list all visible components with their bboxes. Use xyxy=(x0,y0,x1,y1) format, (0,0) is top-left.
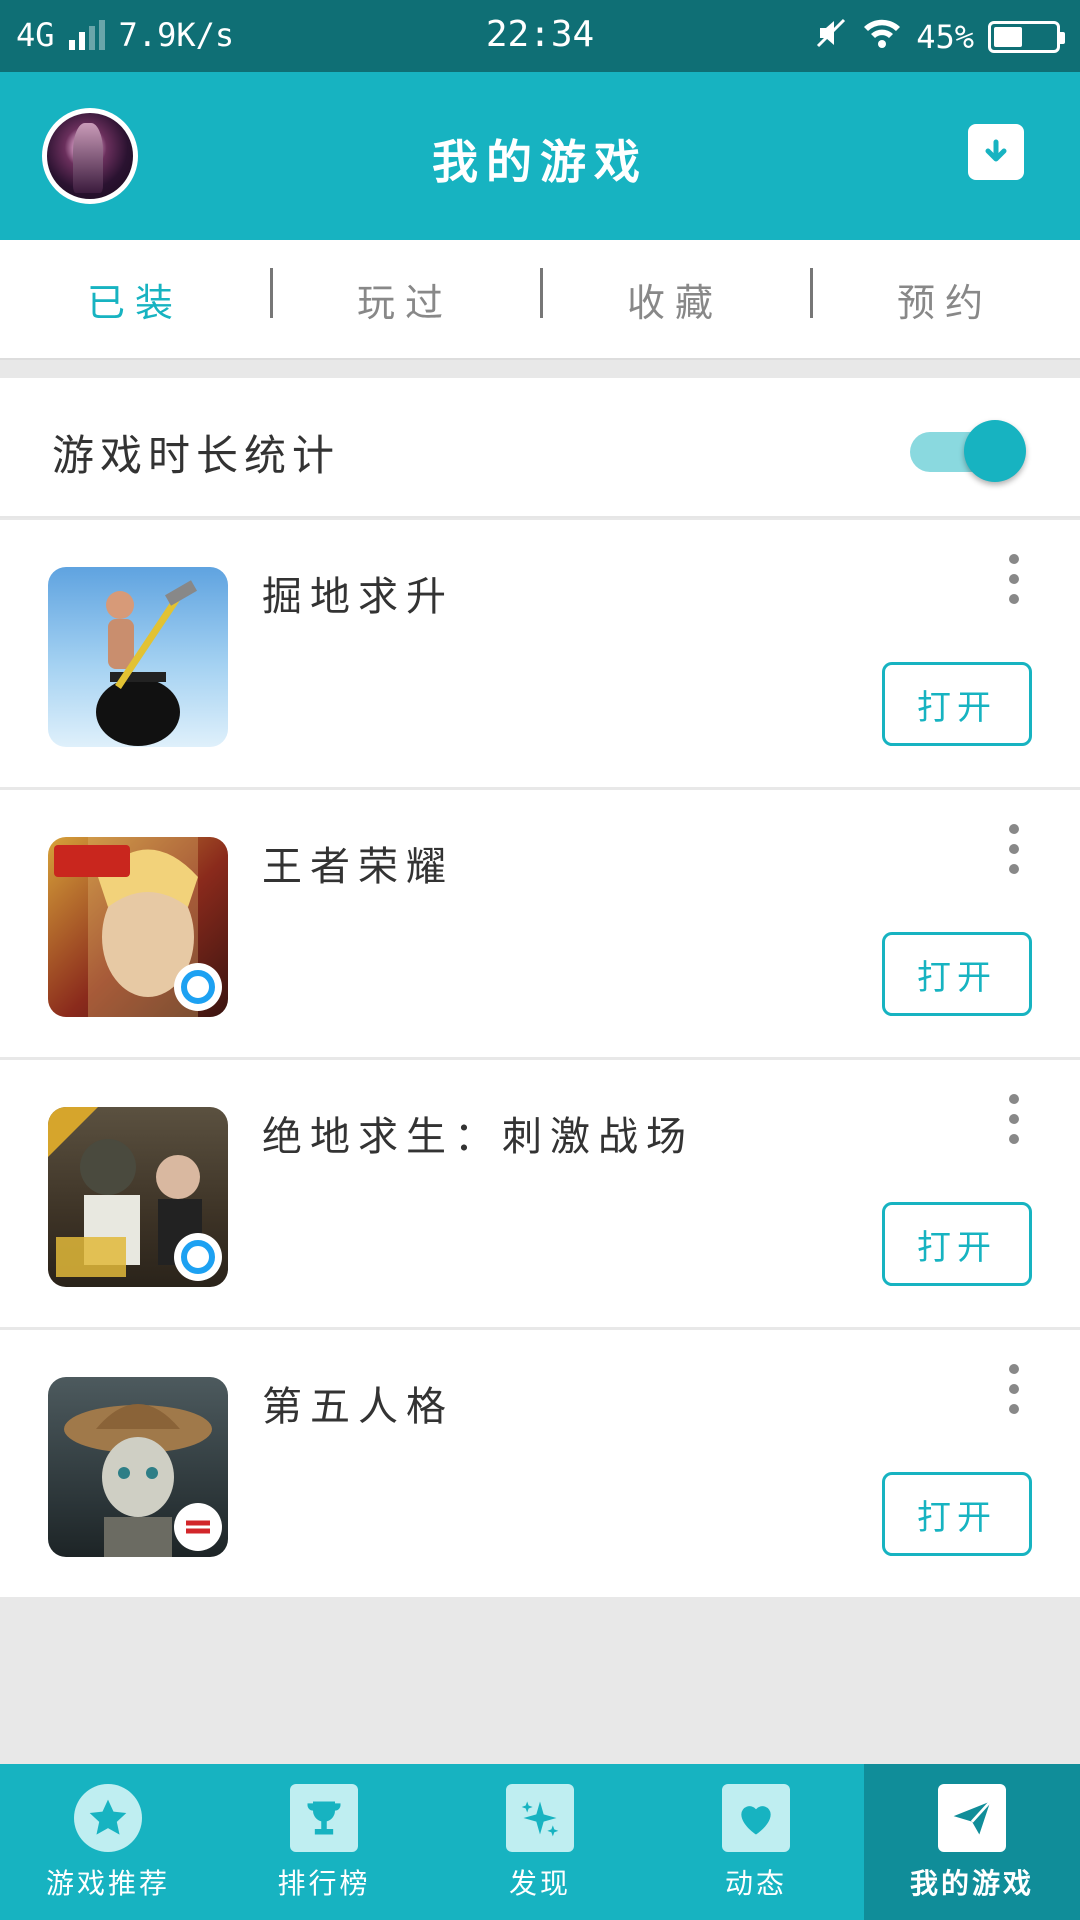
nav-discover[interactable]: 发现 xyxy=(432,1764,648,1920)
game-icon-getting-over-it[interactable] xyxy=(48,567,228,747)
nav-label: 发现 xyxy=(508,1867,571,1900)
trophy-icon xyxy=(290,1784,358,1852)
page-title: 我的游戏 xyxy=(432,135,648,189)
tab-reservations[interactable]: 预约 xyxy=(810,267,1080,327)
wifi-icon xyxy=(862,17,902,57)
status-right: 45% xyxy=(814,16,1065,58)
nav-my-games[interactable]: 我的游戏 xyxy=(864,1764,1080,1920)
open-button[interactable]: 打开 xyxy=(882,932,1032,1016)
more-options-icon[interactable] xyxy=(1004,1094,1024,1144)
open-button[interactable]: 打开 xyxy=(882,1472,1032,1556)
game-icon-honor-of-kings[interactable] xyxy=(48,837,228,1017)
battery-percent: 45% xyxy=(916,18,974,56)
sparkle-icon xyxy=(506,1784,574,1852)
game-name: 王者荣耀 xyxy=(262,844,454,890)
more-options-icon[interactable] xyxy=(1004,1364,1024,1414)
bottom-nav: 游戏推荐 排行榜 发现 动态 我的游戏 xyxy=(0,1764,1080,1920)
game-icon-identity-v[interactable] xyxy=(48,1377,228,1557)
battery-icon xyxy=(988,21,1065,53)
playtime-stats-row: 游戏时长统计 xyxy=(0,378,1080,518)
list-item[interactable]: 第五人格 打开 xyxy=(0,1330,1080,1600)
star-icon xyxy=(74,1784,142,1852)
tab-favorites[interactable]: 收藏 xyxy=(540,267,810,327)
toggle-knob xyxy=(964,420,1026,482)
list-item[interactable]: 掘地求升 打开 xyxy=(0,520,1080,790)
nav-label: 游戏推荐 xyxy=(45,1867,170,1900)
nav-feed[interactable]: 动态 xyxy=(648,1764,864,1920)
nav-label: 动态 xyxy=(724,1867,787,1900)
nav-label: 我的游戏 xyxy=(909,1867,1034,1900)
tab-installed[interactable]: 已装 xyxy=(0,272,270,327)
game-icon-pubg-mobile[interactable] xyxy=(48,1107,228,1287)
more-options-icon[interactable] xyxy=(1004,824,1024,874)
paper-plane-icon xyxy=(938,1784,1006,1852)
game-name: 掘地求升 xyxy=(262,574,454,620)
open-button[interactable]: 打开 xyxy=(882,1202,1032,1286)
tab-played[interactable]: 玩过 xyxy=(270,267,540,327)
open-button[interactable]: 打开 xyxy=(882,662,1032,746)
game-name: 第五人格 xyxy=(262,1384,454,1430)
status-bar: 4G 7.9K/s 22:34 45% xyxy=(0,0,1080,72)
list-item[interactable]: 绝地求生：刺激战场 打开 xyxy=(0,1060,1080,1330)
game-list: 掘地求升 打开 王者荣耀 打开 绝地求生：刺激战场 打开 第五人格 打开 xyxy=(0,520,1080,1600)
tab-bar: 已装 玩过 收藏 预约 xyxy=(0,240,1080,360)
playtime-stats-toggle[interactable] xyxy=(910,418,1026,482)
download-box-icon[interactable] xyxy=(968,124,1024,180)
nav-rankings[interactable]: 排行榜 xyxy=(216,1764,432,1920)
more-options-icon[interactable] xyxy=(1004,554,1024,604)
nav-game-recommend[interactable]: 游戏推荐 xyxy=(0,1764,216,1920)
app-header: 我的游戏 xyxy=(0,72,1080,240)
heart-icon xyxy=(722,1784,790,1852)
nav-label: 排行榜 xyxy=(277,1867,371,1900)
game-name: 绝地求生：刺激战场 xyxy=(262,1114,694,1160)
mute-icon xyxy=(814,16,848,58)
playtime-stats-label: 游戏时长统计 xyxy=(52,431,341,480)
list-item[interactable]: 王者荣耀 打开 xyxy=(0,790,1080,1060)
